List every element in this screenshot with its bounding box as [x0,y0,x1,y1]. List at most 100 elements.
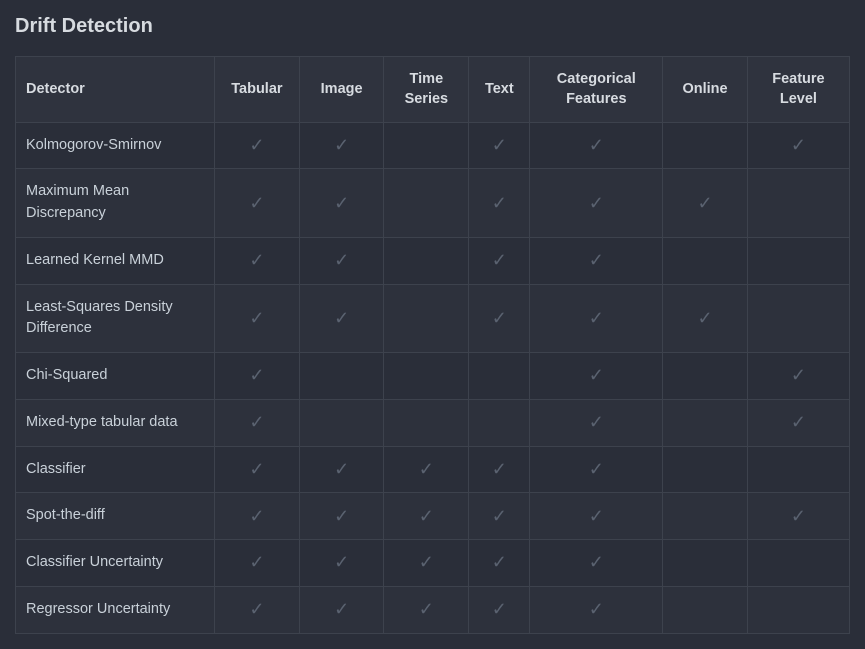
cell-image: ✓ [299,493,384,540]
table-row: Spot-the-diff✓✓✓✓✓✓ [16,493,850,540]
cell-tabular: ✓ [215,540,300,587]
check-icon: ✓ [249,308,264,328]
detector-name: Chi-Squared [16,353,215,400]
check-icon: ✓ [492,552,507,572]
cell-time_series: ✓ [384,446,469,493]
cell-image: ✓ [299,284,384,353]
cell-online [663,399,748,446]
cell-feature_level: ✓ [747,399,849,446]
cell-online: ✓ [663,169,748,238]
cell-feature_level [747,446,849,493]
cell-online [663,446,748,493]
col-header-tabular: Tabular [215,57,300,123]
check-icon: ✓ [419,506,434,526]
check-icon: ✓ [249,250,264,270]
cell-time_series [384,353,469,400]
check-icon: ✓ [249,412,264,432]
check-icon: ✓ [334,308,349,328]
table-header-row: Detector Tabular Image Time Series Text … [16,57,850,123]
check-icon: ✓ [334,599,349,619]
detector-name: Learned Kernel MMD [16,237,215,284]
cell-text: ✓ [469,169,530,238]
detector-name: Maximum Mean Discrepancy [16,169,215,238]
check-icon: ✓ [419,552,434,572]
detector-name: Classifier [16,446,215,493]
table-row: Maximum Mean Discrepancy ✓ ✓ ✓ ✓ ✓ [16,169,850,238]
cell-time_series [384,284,469,353]
page-title: Drift Detection [15,15,850,38]
cell-text: ✓ [469,122,530,169]
table-row: Mixed-type tabular data✓✓✓ [16,399,850,446]
cell-tabular: ✓ [215,284,300,353]
table-row: Classifier Uncertainty ✓ ✓ ✓ ✓ ✓ [16,540,850,587]
cell-text: ✓ [469,237,530,284]
cell-categorical: ✓ [530,237,663,284]
cell-categorical: ✓ [530,493,663,540]
check-icon: ✓ [492,459,507,479]
check-icon: ✓ [589,250,604,270]
cell-categorical: ✓ [530,284,663,353]
cell-categorical: ✓ [530,122,663,169]
cell-text: ✓ [469,540,530,587]
detector-name: Regressor Uncertainty [16,586,215,633]
cell-tabular: ✓ [215,586,300,633]
cell-time_series [384,122,469,169]
check-icon: ✓ [589,552,604,572]
cell-categorical: ✓ [530,446,663,493]
cell-online: ✓ [663,284,748,353]
cell-image: ✓ [299,122,384,169]
check-icon: ✓ [589,599,604,619]
detector-name: Classifier Uncertainty [16,540,215,587]
check-icon: ✓ [589,412,604,432]
cell-feature_level [747,586,849,633]
cell-image: ✓ [299,586,384,633]
check-icon: ✓ [334,552,349,572]
cell-text: ✓ [469,586,530,633]
col-header-time-series: Time Series [384,57,469,123]
cell-tabular: ✓ [215,399,300,446]
cell-feature_level [747,237,849,284]
cell-time_series [384,399,469,446]
cell-feature_level [747,284,849,353]
cell-time_series [384,169,469,238]
cell-online [663,493,748,540]
cell-tabular: ✓ [215,169,300,238]
check-icon: ✓ [249,193,264,213]
cell-text [469,353,530,400]
cell-categorical: ✓ [530,353,663,400]
check-icon: ✓ [249,599,264,619]
cell-feature_level: ✓ [747,353,849,400]
cell-categorical: ✓ [530,169,663,238]
cell-online [663,353,748,400]
cell-text: ✓ [469,284,530,353]
check-icon: ✓ [334,506,349,526]
check-icon: ✓ [791,365,806,385]
cell-categorical: ✓ [530,399,663,446]
check-icon: ✓ [249,552,264,572]
cell-feature_level: ✓ [747,493,849,540]
check-icon: ✓ [492,308,507,328]
check-icon: ✓ [791,135,806,155]
cell-text: ✓ [469,493,530,540]
cell-categorical: ✓ [530,586,663,633]
cell-image: ✓ [299,237,384,284]
cell-time_series [384,237,469,284]
cell-image [299,399,384,446]
check-icon: ✓ [697,193,712,213]
check-icon: ✓ [589,135,604,155]
cell-image: ✓ [299,169,384,238]
detector-name: Least-Squares Density Difference [16,284,215,353]
table-row: Kolmogorov-Smirnov✓✓✓✓✓ [16,122,850,169]
check-icon: ✓ [697,308,712,328]
cell-feature_level [747,540,849,587]
cell-tabular: ✓ [215,493,300,540]
col-header-image: Image [299,57,384,123]
col-header-feature-level: Feature Level [747,57,849,123]
check-icon: ✓ [589,193,604,213]
check-icon: ✓ [791,412,806,432]
check-icon: ✓ [334,193,349,213]
drift-detection-table: Detector Tabular Image Time Series Text … [15,56,850,634]
check-icon: ✓ [589,506,604,526]
check-icon: ✓ [492,250,507,270]
cell-feature_level [747,169,849,238]
